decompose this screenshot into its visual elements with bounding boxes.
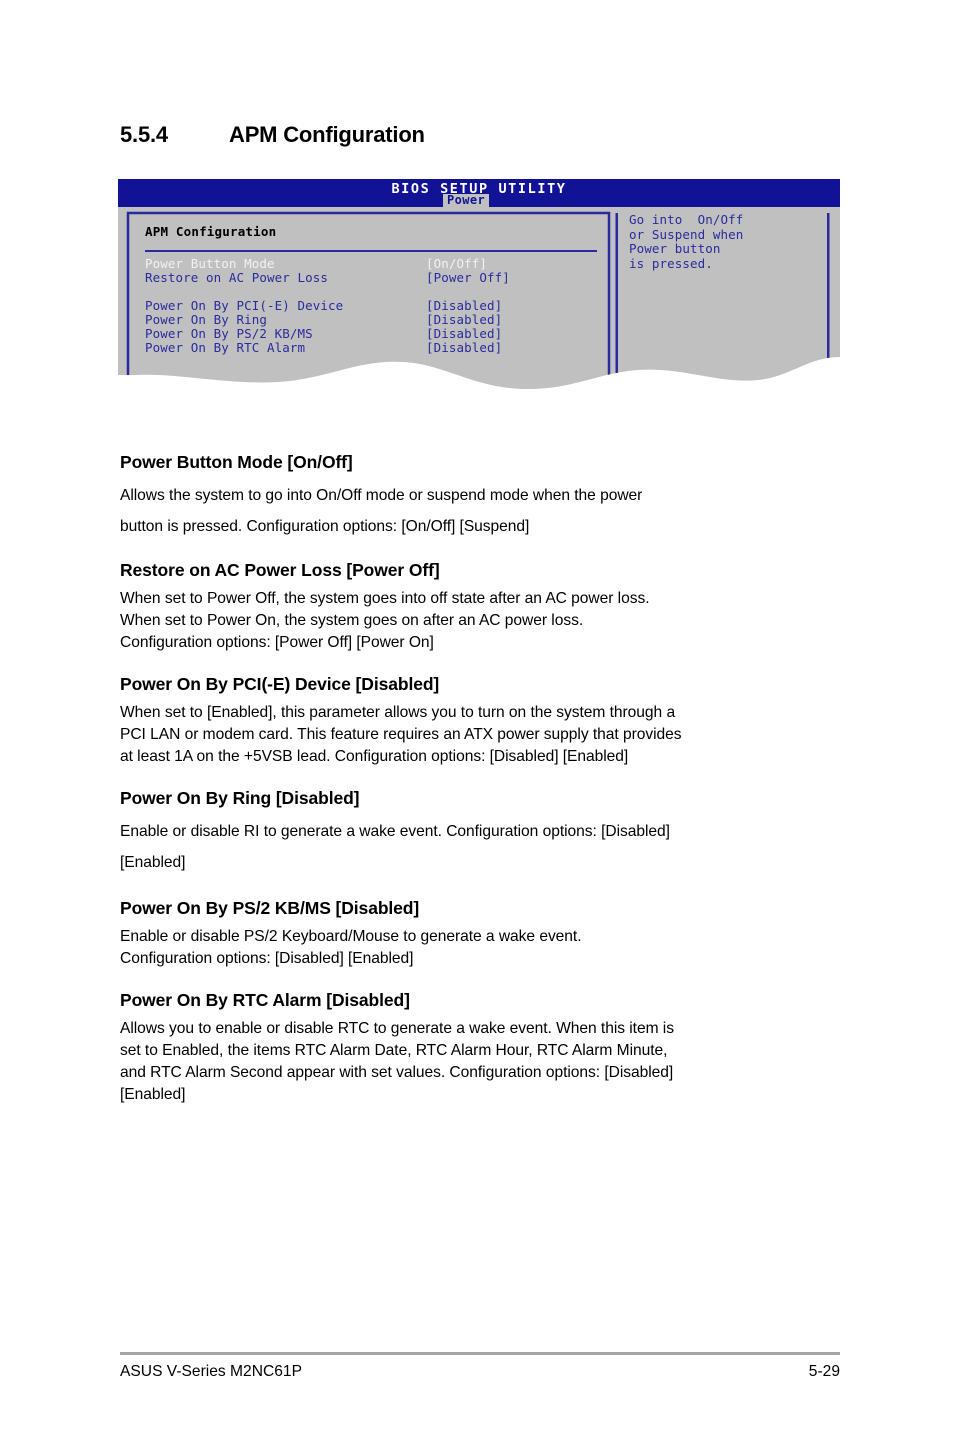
bios-panel-heading: APM Configuration (145, 224, 277, 239)
bios-titlebar: BIOS SETUP UTILITY Power (118, 179, 840, 208)
item-title: Power On By RTC Alarm [Disabled] (120, 990, 410, 1010)
setting-value[interactable]: [Disabled] (426, 299, 502, 313)
setting-value[interactable]: [Disabled] (426, 341, 502, 355)
item-power-on-by-pci-device: Power On By PCI(-E) Device [Disabled] Wh… (120, 674, 842, 768)
bios-help-panel: Go into On/Off or Suspend when Power but… (629, 212, 744, 271)
setting-label: Power On By RTC Alarm (145, 340, 306, 355)
bios-row-spacer (145, 285, 605, 299)
bios-setup-screenshot: BIOS SETUP UTILITY Power APM Configurati… (118, 179, 840, 391)
bios-settings-panel: APM Configuration Power Button Mode [On/… (128, 213, 608, 391)
bios-row-power-on-by-rtc-alarm[interactable]: Power On By RTC Alarm [Disabled] (145, 341, 605, 355)
item-restore-on-ac-power-loss: Restore on AC Power Loss [Power Off] Whe… (120, 560, 842, 654)
footer-divider (120, 1352, 840, 1355)
item-title: Restore on AC Power Loss [Power Off] (120, 560, 440, 580)
item-power-button-mode: Power Button Mode [On/Off] Allows the sy… (120, 452, 842, 542)
item-body: Allows the system to go into On/Off mode… (120, 487, 643, 535)
item-title: Power On By PS/2 KB/MS [Disabled] (120, 898, 420, 918)
page-title: 5.5.4 APM Configuration (120, 122, 425, 148)
footer-page-number: 5-29 (808, 1363, 840, 1380)
bios-settings-list: Power Button Mode [On/Off] Restore on AC… (145, 257, 605, 355)
footer-product-name: ASUS V-Series M2NC61P (120, 1363, 302, 1380)
setting-value[interactable]: [Power Off] (426, 271, 510, 285)
bios-row-power-on-by-ps2-kb-ms[interactable]: Power On By PS/2 KB/MS [Disabled] (145, 327, 605, 341)
setting-label: Power On By PS/2 KB/MS (145, 326, 313, 341)
item-body: When set to [Enabled], this parameter al… (120, 704, 682, 765)
setting-label: Power Button Mode (145, 256, 275, 271)
setting-label: Restore on AC Power Loss (145, 270, 329, 285)
section-number: 5.5.4 (120, 122, 168, 147)
bios-row-power-button-mode[interactable]: Power Button Mode [On/Off] (145, 257, 605, 271)
item-title: Power On By Ring [Disabled] (120, 788, 360, 808)
bios-row-restore-on-ac-power-loss[interactable]: Restore on AC Power Loss [Power Off] (145, 271, 605, 285)
bios-row-power-on-by-ring[interactable]: Power On By Ring [Disabled] (145, 313, 605, 327)
setting-value[interactable]: [Disabled] (426, 327, 502, 341)
bios-row-power-on-by-pci-device[interactable]: Power On By PCI(-E) Device [Disabled] (145, 299, 605, 313)
page-footer: ASUS V-Series M2NC61P 5-29 (120, 1363, 840, 1381)
item-body: When set to Power Off, the system goes i… (120, 590, 650, 651)
item-title: Power On By PCI(-E) Device [Disabled] (120, 674, 440, 694)
setting-value[interactable]: [Disabled] (426, 313, 502, 327)
setting-label: Power On By Ring (145, 312, 268, 327)
item-body: Allows you to enable or disable RTC to g… (120, 1020, 674, 1103)
item-power-on-by-ring: Power On By Ring [Disabled] Enable or di… (120, 788, 842, 878)
section-title: APM Configuration (229, 122, 425, 147)
setting-value[interactable]: [On/Off] (426, 257, 487, 271)
bios-tab-power[interactable]: Power (443, 194, 490, 208)
item-title: Power Button Mode [On/Off] (120, 452, 353, 472)
item-body: Enable or disable RI to generate a wake … (120, 823, 670, 871)
bios-panel-divider (145, 250, 597, 252)
item-body: Enable or disable PS/2 Keyboard/Mouse to… (120, 928, 582, 967)
item-power-on-by-rtc-alarm: Power On By RTC Alarm [Disabled] Allows … (120, 990, 842, 1106)
body-content: Power Button Mode [On/Off] Allows the sy… (120, 452, 842, 1106)
item-power-on-by-ps2-kb-ms: Power On By PS/2 KB/MS [Disabled] Enable… (120, 898, 842, 970)
bios-window-body: APM Configuration Power Button Mode [On/… (118, 207, 840, 391)
setting-label: Power On By PCI(-E) Device (145, 298, 344, 313)
